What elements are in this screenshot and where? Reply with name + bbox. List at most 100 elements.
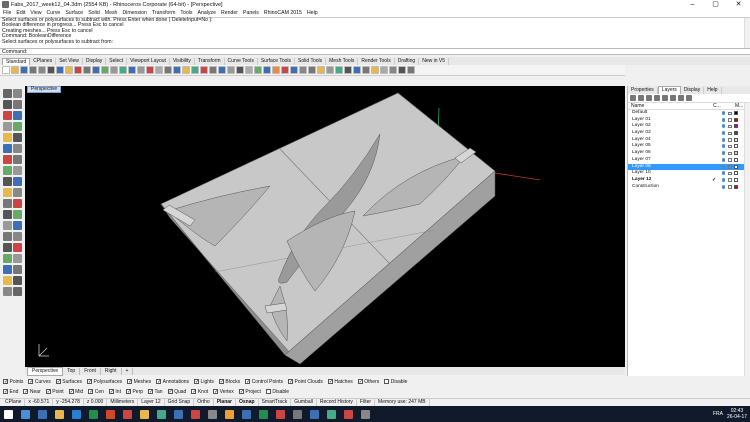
gumball-toggle[interactable]: Gumball — [291, 399, 317, 406]
checkbox[interactable]: ✓ — [125, 389, 131, 395]
layer-row[interactable]: Layer 12 ✓ — [628, 177, 750, 184]
toolbar-tool-icon[interactable] — [362, 66, 370, 74]
menu-mesh[interactable]: Mesh — [105, 10, 118, 16]
toolbar-tool-icon[interactable] — [218, 66, 226, 74]
toolbar-tool-icon[interactable] — [2, 66, 10, 74]
toolbar-tool-icon[interactable] — [56, 66, 64, 74]
tool-palette-icon[interactable] — [3, 166, 12, 175]
layer-color-swatch[interactable] — [734, 131, 738, 136]
tab-mesh-tools[interactable]: Mesh Tools — [326, 58, 359, 65]
lock-icon[interactable] — [728, 138, 732, 142]
toolbar-tool-icon[interactable] — [290, 66, 298, 74]
viewport-tab-perspective[interactable]: Perspective — [27, 366, 64, 376]
checkbox[interactable]: ✓ — [127, 379, 132, 385]
ortho-toggle[interactable]: Ortho — [194, 399, 214, 406]
move-up-icon[interactable] — [654, 95, 660, 101]
osnap-cen[interactable]: ✓ Cen — [88, 389, 104, 395]
toolbar-tool-icon[interactable] — [254, 66, 262, 74]
filter-annotations[interactable]: ✓ Annotations — [156, 379, 189, 385]
layer-color-swatch[interactable] — [734, 177, 738, 182]
osnap-end[interactable]: ✓ End — [3, 389, 18, 395]
history-scrollbar[interactable] — [744, 18, 750, 48]
taskbar-app-icon[interactable] — [140, 409, 149, 419]
toolbar-tool-icon[interactable] — [380, 66, 388, 74]
tool-palette-icon[interactable] — [3, 89, 12, 98]
visibility-bulb-icon[interactable] — [722, 177, 725, 182]
osnap-mid[interactable]: ✓ Mid — [68, 389, 83, 395]
toolbar-tool-icon[interactable] — [389, 66, 397, 74]
menu-transform[interactable]: Transform — [152, 10, 175, 16]
lock-icon[interactable] — [728, 165, 732, 169]
osnap-toggle[interactable]: Osnap — [236, 399, 259, 406]
toolbar-tool-icon[interactable] — [398, 66, 406, 74]
tool-palette-icon[interactable] — [13, 243, 22, 252]
lock-icon[interactable] — [728, 131, 732, 136]
tab-solid-tools[interactable]: Solid Tools — [295, 58, 327, 65]
cplane-label[interactable]: CPlane — [2, 399, 26, 406]
tool-palette-icon[interactable] — [3, 122, 12, 131]
osnap-vertex[interactable]: ✓ Vertex — [213, 389, 234, 395]
osnap-perp[interactable]: ✓ Perp — [125, 389, 143, 395]
tab-visibility[interactable]: Visibility — [170, 58, 195, 65]
osnap-point[interactable]: ✓ Point — [45, 389, 64, 395]
tool-palette-icon[interactable] — [13, 188, 22, 197]
tool-palette-icon[interactable] — [13, 166, 22, 175]
layer-row[interactable]: Layer 07 — [628, 157, 750, 164]
checkbox[interactable]: ✓ — [45, 389, 51, 395]
tab-surface-tools[interactable]: Surface Tools — [258, 58, 296, 65]
visibility-bulb-icon[interactable] — [722, 137, 725, 142]
tab-standard[interactable]: Standard — [2, 58, 31, 65]
taskbar-app-icon[interactable] — [21, 409, 30, 419]
toolbar-tool-icon[interactable] — [92, 66, 100, 74]
tool-palette-icon[interactable] — [13, 287, 22, 296]
tool-palette-icon[interactable] — [13, 111, 22, 120]
filter-control-points[interactable]: ✓ Control Points — [245, 379, 283, 385]
checkbox[interactable]: ✓ — [288, 379, 293, 385]
taskbar-app-icon[interactable] — [225, 409, 234, 419]
tab-layers[interactable]: Layers — [657, 86, 681, 94]
perspective-viewport[interactable] — [25, 86, 625, 367]
taskbar-app-icon[interactable] — [123, 409, 132, 419]
layer-row[interactable]: Layer 10 — [628, 170, 750, 177]
filter-points[interactable]: ✓ Points — [3, 379, 23, 385]
tool-palette-icon[interactable] — [13, 177, 22, 186]
new-sublayer-icon[interactable] — [638, 95, 644, 101]
tool-palette-icon[interactable] — [3, 177, 12, 186]
toolbar-tool-icon[interactable] — [182, 66, 190, 74]
osnap-int[interactable]: ✓ Int — [108, 389, 121, 395]
toolbar-tool-icon[interactable] — [353, 66, 361, 74]
taskbar-app-icon[interactable] — [38, 409, 47, 419]
osnap-disable[interactable]: Disable — [265, 389, 289, 395]
viewport-tab-front[interactable]: Front — [80, 367, 101, 375]
filter-disable[interactable]: Disable — [384, 379, 407, 385]
menu-view[interactable]: View — [30, 10, 41, 16]
taskbar-app-icon[interactable] — [208, 409, 217, 419]
taskbar-app-icon[interactable] — [310, 409, 319, 419]
maximize-button[interactable]: ▢ — [704, 0, 727, 9]
visibility-bulb-icon[interactable] — [722, 124, 725, 129]
toolbar-tool-icon[interactable] — [11, 66, 19, 74]
osnap-near[interactable]: ✓ Near — [23, 389, 41, 395]
checkbox[interactable]: ✓ — [88, 389, 93, 395]
taskbar-app-icon[interactable] — [344, 409, 353, 419]
layer-row[interactable]: Layer 03 — [628, 130, 750, 137]
visibility-bulb-icon[interactable] — [722, 111, 725, 115]
filter-curves[interactable]: ✓ Curves — [28, 379, 51, 385]
tool-palette-icon[interactable] — [3, 243, 12, 252]
taskbar-app-icon[interactable] — [72, 409, 81, 419]
layer-color-swatch[interactable] — [734, 151, 738, 156]
tool-palette-icon[interactable] — [13, 276, 22, 285]
toolbar-tool-icon[interactable] — [317, 66, 325, 74]
lock-icon[interactable] — [728, 124, 732, 129]
menu-help[interactable]: Help — [307, 10, 318, 16]
checkbox[interactable]: ✓ — [156, 379, 161, 385]
checkbox[interactable]: ✓ — [148, 389, 153, 395]
layer-row[interactable]: Construction — [628, 184, 750, 191]
checkbox[interactable]: ✓ — [357, 379, 363, 385]
close-button[interactable]: ✕ — [727, 0, 750, 9]
taskbar-app-icon[interactable] — [259, 409, 268, 419]
filter-surfaces[interactable]: ✓ Surfaces — [55, 379, 82, 385]
tool-palette-icon[interactable] — [13, 89, 22, 98]
visibility-bulb-icon[interactable] — [722, 117, 725, 122]
filter-point-clouds[interactable]: ✓ Point Clouds — [288, 379, 323, 385]
